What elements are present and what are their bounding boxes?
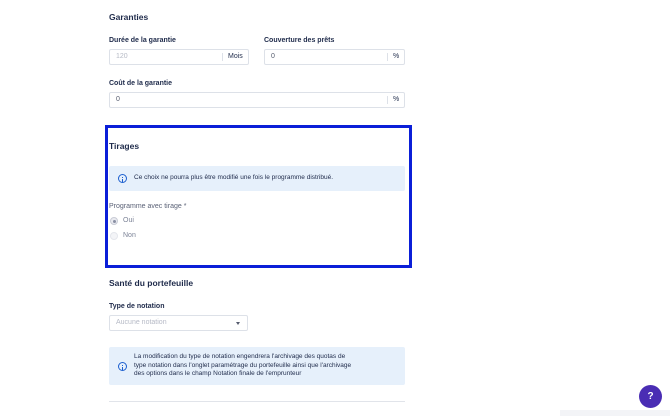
radio-oui[interactable]: [110, 217, 118, 225]
info-icon: [118, 174, 127, 183]
duree-suffix: Mois: [228, 53, 243, 60]
tirages-info-box: Ce choix ne pourra plus être modifié une…: [109, 166, 405, 191]
cout-separator: [387, 96, 388, 104]
footer-strip: [560, 410, 670, 416]
cout-value: 0: [116, 96, 120, 103]
notation-select[interactable]: Aucune notation: [109, 315, 248, 331]
radio-oui-label[interactable]: Oui: [123, 217, 134, 224]
programme-label-text: Programme avec tirage: [109, 203, 182, 210]
couverture-field[interactable]: 0 %: [264, 49, 405, 65]
duree-label: Durée de la garantie: [109, 37, 176, 44]
cout-suffix: %: [393, 96, 400, 103]
notation-label: Type de notation: [109, 303, 165, 310]
sante-info-line-3: des options dans le champ Notation final…: [134, 370, 302, 377]
garanties-title: Garanties: [109, 12, 149, 22]
radio-non[interactable]: [110, 232, 118, 240]
notation-placeholder: Aucune notation: [116, 319, 167, 326]
couverture-value: 0: [271, 53, 275, 60]
sante-info-line-2: type notation dans l'onglet paramétrage …: [134, 361, 352, 369]
couverture-suffix: %: [393, 53, 400, 60]
duree-placeholder: 120: [116, 53, 128, 60]
radio-non-label[interactable]: Non: [123, 232, 136, 239]
required-mark: *: [183, 203, 187, 210]
duree-field[interactable]: 120 Mois: [109, 49, 249, 65]
section-divider: [109, 401, 405, 402]
chevron-down-icon: [236, 322, 240, 325]
duree-separator: [222, 53, 223, 61]
sante-info-line-1: La modification du type de notation enge…: [134, 353, 346, 360]
couverture-separator: [387, 53, 388, 61]
tirages-highlight-frame: [105, 125, 412, 268]
couverture-label: Couverture des prêts: [264, 37, 335, 44]
help-button[interactable]: ?: [639, 385, 662, 408]
programme-label: Programme avec tirage *: [109, 203, 186, 210]
cout-label: Coût de la garantie: [109, 80, 173, 87]
tirages-title: Tirages: [109, 141, 140, 151]
cout-field[interactable]: 0 %: [109, 92, 405, 108]
sante-title: Santé du portefeuille: [109, 278, 194, 288]
sante-info-box: La modification du type de notation enge…: [109, 347, 405, 385]
tirages-info-text: Ce choix ne pourra plus être modifié une…: [134, 174, 334, 181]
info-icon: [118, 362, 127, 371]
